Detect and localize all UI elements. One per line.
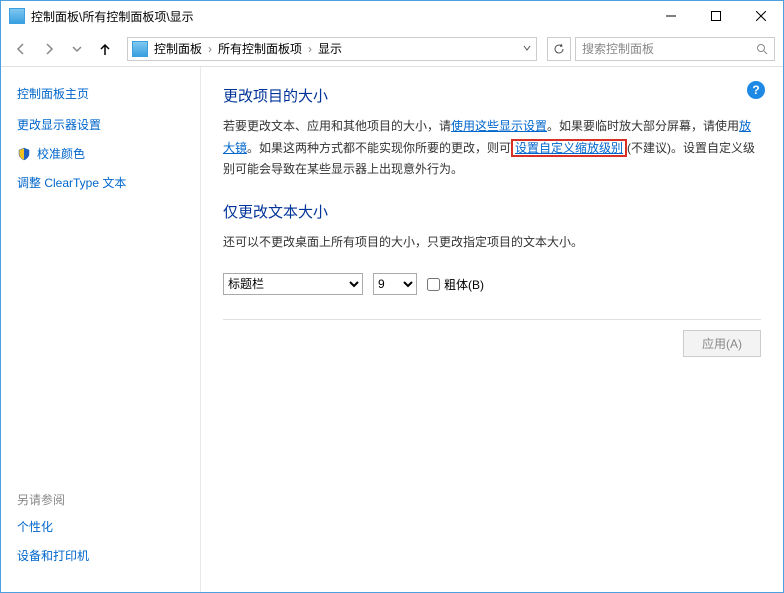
shield-icon — [17, 147, 31, 161]
search-icon — [756, 43, 768, 55]
paragraph-1: 若要更改文本、应用和其他项目的大小，请使用这些显示设置。如果要临时放大部分屏幕，… — [223, 116, 761, 181]
toolbar: 控制面板 › 所有控制面板项 › 显示 搜索控制面板 — [1, 31, 783, 67]
apply-button[interactable]: 应用(A) — [683, 330, 761, 357]
forward-button[interactable] — [37, 37, 61, 61]
link-display-settings[interactable]: 使用这些显示设置 — [451, 119, 547, 133]
help-icon[interactable]: ? — [747, 81, 765, 99]
address-icon — [132, 41, 148, 57]
breadcrumb[interactable]: 所有控制面板项 — [218, 40, 302, 57]
content-pane: ? 更改项目的大小 若要更改文本、应用和其他项目的大小，请使用这些显示设置。如果… — [201, 67, 783, 592]
titlebar: 控制面板\所有控制面板项\显示 — [1, 1, 783, 31]
address-dropdown[interactable] — [522, 42, 532, 56]
control-panel-icon — [9, 8, 25, 24]
bold-checkbox[interactable] — [427, 278, 440, 291]
breadcrumb[interactable]: 控制面板 — [154, 40, 202, 57]
up-button[interactable] — [93, 37, 117, 61]
search-input[interactable]: 搜索控制面板 — [575, 37, 775, 61]
see-also-heading: 另请参阅 — [17, 491, 89, 508]
minimize-button[interactable] — [648, 1, 693, 31]
paragraph-2: 还可以不更改桌面上所有项目的大小，只更改指定项目的文本大小。 — [223, 232, 761, 254]
sidebar: 控制面板主页 更改显示器设置 校准颜色 调整 ClearType 文本 另请参阅… — [1, 67, 201, 592]
item-combobox[interactable]: 标题栏 — [223, 273, 363, 295]
sidebar-link-display-settings[interactable]: 更改显示器设置 — [17, 116, 184, 133]
close-button[interactable] — [738, 1, 783, 31]
back-button[interactable] — [9, 37, 33, 61]
sidebar-link-cleartype[interactable]: 调整 ClearType 文本 — [17, 174, 184, 191]
see-also-personalization[interactable]: 个性化 — [17, 518, 89, 535]
link-custom-scaling[interactable]: 设置自定义缩放级别 — [511, 139, 627, 157]
breadcrumb[interactable]: 显示 — [318, 40, 342, 57]
window-title: 控制面板\所有控制面板项\显示 — [31, 8, 648, 25]
address-bar[interactable]: 控制面板 › 所有控制面板项 › 显示 — [127, 37, 537, 61]
bold-checkbox-label[interactable]: 粗体(B) — [427, 276, 484, 293]
size-combobox[interactable]: 9 — [373, 273, 417, 295]
chevron-right-icon[interactable]: › — [302, 42, 318, 56]
recent-dropdown[interactable] — [65, 37, 89, 61]
chevron-right-icon[interactable]: › — [202, 42, 218, 56]
maximize-button[interactable] — [693, 1, 738, 31]
search-placeholder: 搜索控制面板 — [582, 40, 756, 57]
heading-change-size: 更改项目的大小 — [223, 85, 761, 106]
see-also-devices-printers[interactable]: 设备和打印机 — [17, 547, 89, 564]
sidebar-home-link[interactable]: 控制面板主页 — [17, 85, 184, 102]
refresh-button[interactable] — [547, 37, 571, 61]
heading-text-only: 仅更改文本大小 — [223, 201, 761, 222]
sidebar-link-calibrate-color[interactable]: 校准颜色 — [17, 145, 184, 162]
